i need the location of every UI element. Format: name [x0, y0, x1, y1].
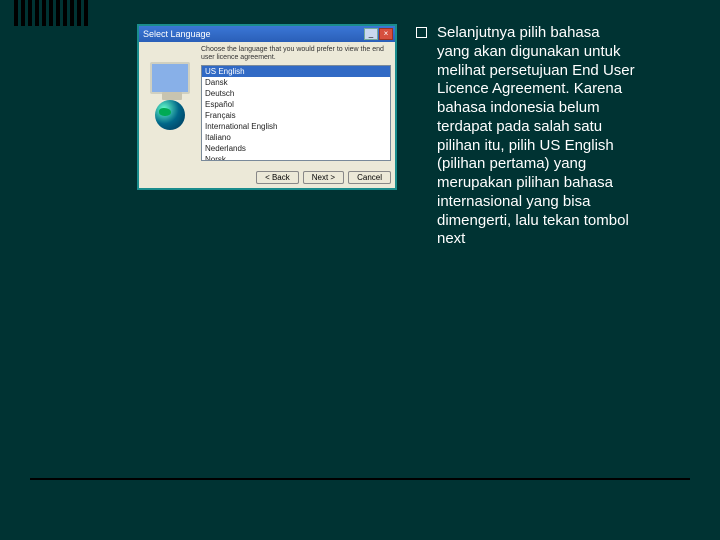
slide-instruction-text: Selanjutnya pilih bahasa yang akan digun…	[416, 24, 636, 249]
language-option[interactable]: International English	[202, 121, 390, 132]
dialog-sidebar	[143, 46, 197, 161]
slide-divider	[30, 478, 690, 480]
instruction-body: yang akan digunakan untuk melihat perset…	[437, 43, 635, 248]
language-option[interactable]: Français	[202, 110, 390, 121]
monitor-icon	[150, 62, 190, 94]
globe-icon	[155, 100, 185, 130]
dialog-instruction: Choose the language that you would prefe…	[201, 46, 391, 61]
next-button[interactable]: Next >	[303, 171, 344, 184]
instruction-lead: Selanjutnya pilih bahasa	[437, 24, 600, 41]
minimize-button[interactable]: _	[364, 28, 378, 40]
dialog-titlebar: Select Language _ ×	[139, 26, 395, 42]
language-option[interactable]: Deutsch	[202, 88, 390, 99]
language-option[interactable]: Italiano	[202, 132, 390, 143]
cancel-button[interactable]: Cancel	[348, 171, 391, 184]
close-button[interactable]: ×	[379, 28, 393, 40]
language-listbox[interactable]: US EnglishDanskDeutschEspañolFrançaisInt…	[201, 65, 391, 161]
slide-top-marks	[14, 0, 88, 26]
select-language-dialog: Select Language _ × Choose the language …	[137, 24, 397, 190]
bullet-icon	[416, 27, 427, 38]
dialog-title: Select Language	[143, 29, 363, 39]
language-option[interactable]: Dansk	[202, 77, 390, 88]
language-option[interactable]: US English	[202, 66, 390, 77]
language-option[interactable]: Nederlands	[202, 143, 390, 154]
back-button[interactable]: < Back	[256, 171, 299, 184]
language-option[interactable]: Español	[202, 99, 390, 110]
language-option[interactable]: Norsk	[202, 154, 390, 161]
